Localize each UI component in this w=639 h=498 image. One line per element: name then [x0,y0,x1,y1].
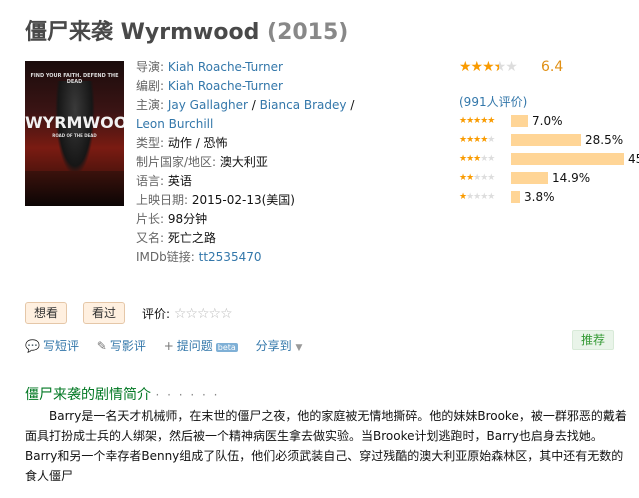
rate-label: 评价: [142,307,171,321]
chevron-down-icon: ▼ [295,343,303,353]
rating-percent: 7.0% [532,114,563,128]
rating-bar [511,172,548,184]
runtime-value: 98分钟 [167,212,208,226]
comment-icon: 💬 [25,339,40,353]
pencil-icon: ✎ [96,339,107,353]
star-icons: ★★★★★ [459,154,495,164]
write-short-label: 写短评 [42,339,79,353]
language-value: 英语 [167,174,192,188]
cast-link[interactable]: Bianca Bradey [260,98,347,112]
page-title: 僵尸来袭 Wyrmwood (2015) [25,14,348,46]
beta-badge: beta [215,343,238,352]
cast-label: 主演: [136,98,165,112]
imdb-label: IMDb链接: [136,250,195,264]
director-label: 导演: [136,60,165,74]
rating-percent: 14.9% [552,171,591,185]
poster-name: WYRMWOOD [25,113,124,132]
runtime-label: 片长: [136,212,165,226]
share-dropdown[interactable]: 分享到 ▼ [256,339,303,353]
vote-count-link[interactable]: (991人评价) [459,93,527,110]
rating-bar [511,115,528,127]
poster-subtitle: ROAD OF THE DEAD [52,133,97,138]
release-value: 2015-02-13(美国) [191,193,295,207]
rate-stars[interactable]: ☆☆☆☆☆ [174,306,233,322]
cast-link[interactable]: Jay Gallagher [168,98,248,112]
rating-bar [511,153,624,165]
country-label: 制片国家/地区: [136,155,217,169]
poster-bottom [25,171,124,206]
aka-label: 又名: [136,231,165,245]
language-label: 语言: [136,174,165,188]
rating-percent: 45.7% [628,152,639,166]
ask-label: 提问题 [176,339,213,353]
cast-link[interactable]: Leon Burchill [136,117,213,131]
plus-icon: + [163,339,174,353]
rating-bar [511,191,520,203]
aka-value: 死亡之路 [167,231,216,245]
write-review-link[interactable]: ✎ 写影评 [97,339,146,353]
rating-stars: ★★★★★★ [459,59,518,75]
rating-percent: 3.8% [524,190,555,204]
director-link[interactable]: Kiah Roache-Turner [168,60,283,74]
ask-question-link[interactable]: + 提问题 beta [164,339,238,353]
recommend-button[interactable]: 推荐 [572,330,615,350]
rating-score: 6.4 [541,59,564,75]
poster-tagline: FIND YOUR FAITH. DEFEND THE DEAD [30,73,119,85]
writer-label: 编剧: [136,79,165,93]
share-label: 分享到 [255,339,292,353]
write-short-review-link[interactable]: 💬 写短评 [25,339,79,353]
want-to-watch-button[interactable]: 想看 [25,302,68,324]
movie-title: 僵尸来袭 Wyrmwood [25,20,260,45]
summary-dots: · · · · · · [155,388,220,402]
star-icons: ★★★★★ [459,173,495,183]
my-rating: 评价: ☆☆☆☆☆ [142,305,233,322]
summary-heading: 僵尸来袭的剧情简介 · · · · · · [25,384,219,404]
star-icons: ★★★★★ [459,192,495,202]
country-value: 澳大利亚 [219,155,268,169]
watched-button[interactable]: 看过 [83,302,126,324]
release-label: 上映日期: [136,193,189,207]
imdb-link[interactable]: tt2535470 [199,250,262,264]
writer-link[interactable]: Kiah Roache-Turner [168,79,283,93]
action-links: 💬 写短评 ✎ 写影评 + 提问题 beta 分享到 ▼ [25,337,316,354]
star-icons: ★★★★★ [459,135,495,145]
summary-title: 僵尸来袭的剧情简介 [25,387,151,403]
star-icons: ★★★★★ [459,116,495,126]
genre-value: 动作 / 恐怖 [167,136,228,150]
genre-label: 类型: [136,136,165,150]
rating-percent: 28.5% [585,133,624,147]
movie-info: 导演: Kiah Roache-Turner 编剧: Kiah Roache-T… [136,60,355,264]
write-review-label: 写影评 [109,339,146,353]
movie-poster[interactable]: FIND YOUR FAITH. DEFEND THE DEAD WYRMWOO… [25,61,124,206]
rating-bar [511,134,581,146]
summary-text: Barry是一名天才机械师，在末世的僵尸之夜，他的家庭被无情地撕碎。他的妹妹Br… [25,409,627,483]
movie-year: (2015) [267,20,349,45]
